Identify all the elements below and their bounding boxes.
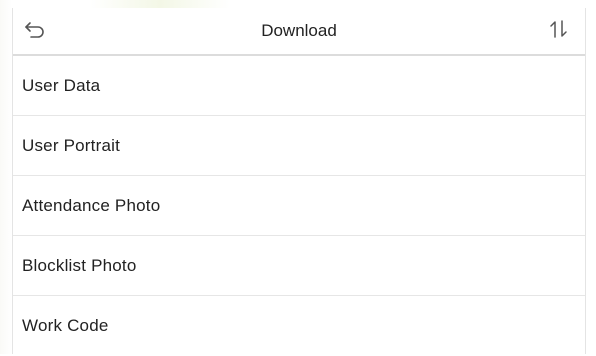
download-screen: Download User Data User Portrait Attenda… xyxy=(12,8,586,354)
header-bar: Download xyxy=(13,8,585,56)
background-edge xyxy=(0,0,12,354)
download-options-list: User Data User Portrait Attendance Photo… xyxy=(13,56,585,356)
list-item-blocklist-photo[interactable]: Blocklist Photo xyxy=(13,236,585,296)
sort-icon xyxy=(548,19,570,44)
list-item-user-portrait[interactable]: User Portrait xyxy=(13,116,585,176)
sort-button[interactable] xyxy=(539,8,579,54)
list-item-attendance-photo[interactable]: Attendance Photo xyxy=(13,176,585,236)
page-title: Download xyxy=(261,21,337,40)
list-item-user-data[interactable]: User Data xyxy=(13,56,585,116)
background-tint xyxy=(90,0,230,8)
list-item-work-code[interactable]: Work Code xyxy=(13,296,585,356)
